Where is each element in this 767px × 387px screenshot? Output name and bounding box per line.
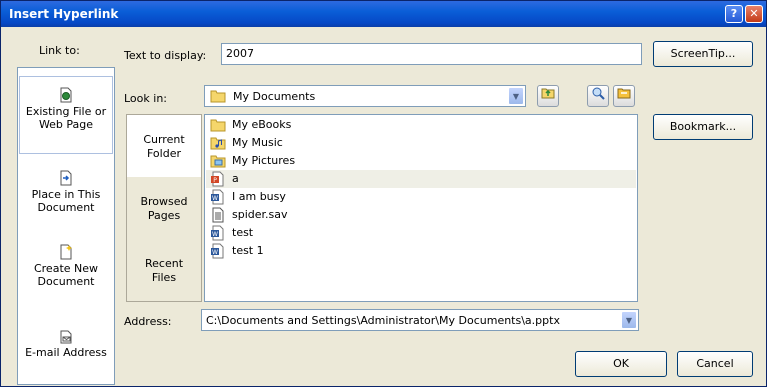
close-button[interactable]: ✕ bbox=[745, 5, 763, 23]
list-item[interactable]: W test bbox=[206, 224, 636, 242]
link-create-new-document[interactable]: Create New Document bbox=[19, 238, 113, 298]
link-create-line1: Create New bbox=[33, 262, 99, 275]
chevron-down-icon[interactable]: ▼ bbox=[621, 311, 637, 329]
link-place-in-document[interactable]: Place in This Document bbox=[19, 164, 113, 224]
nav-current-folder-line1: Current bbox=[143, 133, 185, 146]
insert-hyperlink-dialog: Insert Hyperlink ? ✕ Link to: Existing F… bbox=[0, 0, 767, 387]
title-bar: Insert Hyperlink ? ✕ bbox=[1, 1, 766, 27]
document-arrow-icon bbox=[60, 170, 72, 186]
link-existing-file-line2: Web Page bbox=[38, 118, 94, 131]
file-name: test 1 bbox=[232, 244, 264, 257]
up-folder-button[interactable] bbox=[537, 85, 559, 107]
nav-browsed-pages-line1: Browsed bbox=[140, 195, 188, 208]
link-place-line1: Place in This bbox=[31, 188, 101, 201]
browse-nav: Current Folder Browsed Pages Recent File… bbox=[126, 114, 202, 302]
nav-current-folder[interactable]: Current Folder bbox=[127, 115, 201, 177]
browse-file-button[interactable] bbox=[613, 85, 635, 107]
link-to-label: Link to: bbox=[39, 44, 80, 57]
list-item[interactable]: W test 1 bbox=[206, 242, 636, 260]
text-to-display-label: Text to display: bbox=[124, 49, 207, 62]
cancel-button[interactable]: Cancel bbox=[677, 351, 753, 377]
nav-recent-files-line1: Recent bbox=[144, 257, 184, 270]
up-folder-icon bbox=[541, 88, 555, 99]
file-name: a bbox=[232, 172, 239, 185]
browse-web-icon bbox=[592, 87, 605, 100]
list-item[interactable]: P a bbox=[206, 170, 636, 188]
address-combo[interactable]: C:\Documents and Settings\Administrator\… bbox=[201, 309, 639, 331]
link-email-line1: E-mail Address bbox=[25, 346, 107, 359]
svg-text:W: W bbox=[212, 231, 218, 238]
look-in-label: Look in: bbox=[124, 92, 167, 105]
nav-browsed-pages[interactable]: Browsed Pages bbox=[127, 195, 201, 223]
list-item[interactable]: W I am busy bbox=[206, 188, 636, 206]
file-name: spider.sav bbox=[232, 208, 288, 221]
list-item[interactable]: My eBooks bbox=[206, 116, 636, 134]
list-item[interactable]: My Music bbox=[206, 134, 636, 152]
list-item[interactable]: spider.sav bbox=[206, 206, 636, 224]
music-folder-icon bbox=[210, 137, 226, 150]
new-document-icon bbox=[60, 244, 72, 260]
browse-web-button[interactable] bbox=[587, 85, 609, 107]
address-value: C:\Documents and Settings\Administrator\… bbox=[206, 314, 560, 327]
word-file-icon: W bbox=[211, 189, 224, 205]
file-list[interactable]: My eBooks My Music My Pictures P a W I a… bbox=[204, 114, 638, 302]
word-file-icon: W bbox=[211, 225, 224, 241]
look-in-select[interactable]: My Documents ▼ bbox=[204, 85, 526, 107]
document-globe-icon bbox=[60, 87, 72, 103]
dialog-title: Insert Hyperlink bbox=[9, 7, 119, 21]
list-item[interactable]: My Pictures bbox=[206, 152, 636, 170]
ok-button[interactable]: OK bbox=[575, 351, 667, 377]
svg-text:W: W bbox=[212, 195, 218, 202]
screentip-button[interactable]: ScreenTip... bbox=[653, 41, 753, 67]
generic-file-icon bbox=[212, 207, 224, 223]
folder-icon bbox=[210, 119, 226, 132]
svg-text:P: P bbox=[213, 177, 217, 184]
help-button[interactable]: ? bbox=[725, 5, 743, 23]
link-place-line2: Document bbox=[37, 201, 95, 214]
browse-file-icon bbox=[617, 88, 631, 99]
pictures-folder-icon bbox=[210, 155, 226, 168]
chevron-down-icon[interactable]: ▼ bbox=[508, 87, 524, 105]
svg-text:W: W bbox=[212, 249, 218, 256]
bookmark-button[interactable]: Bookmark... bbox=[653, 114, 753, 140]
ppt-file-icon: P bbox=[211, 171, 224, 187]
text-to-display-input[interactable]: 2007 bbox=[221, 43, 642, 65]
nav-recent-files[interactable]: Recent Files bbox=[127, 257, 201, 285]
link-existing-file[interactable]: Existing File or Web Page bbox=[19, 76, 113, 154]
file-name: My eBooks bbox=[232, 118, 292, 131]
file-name: I am busy bbox=[232, 190, 286, 203]
link-create-line2: Document bbox=[37, 275, 95, 288]
link-email-address[interactable]: E-mail Address bbox=[19, 318, 113, 368]
word-file-icon: W bbox=[211, 243, 224, 259]
nav-browsed-pages-line2: Pages bbox=[147, 209, 181, 222]
email-icon bbox=[60, 330, 72, 344]
look-in-value: My Documents bbox=[233, 90, 316, 103]
address-label: Address: bbox=[124, 315, 172, 328]
nav-recent-files-line2: Files bbox=[151, 271, 177, 284]
folder-icon bbox=[210, 90, 226, 103]
file-name: test bbox=[232, 226, 254, 239]
link-existing-file-line1: Existing File or bbox=[25, 105, 107, 118]
file-name: My Music bbox=[232, 136, 283, 149]
nav-current-folder-line2: Folder bbox=[147, 147, 181, 160]
link-to-bar: Existing File or Web Page Place in This … bbox=[17, 67, 115, 385]
file-name: My Pictures bbox=[232, 154, 296, 167]
